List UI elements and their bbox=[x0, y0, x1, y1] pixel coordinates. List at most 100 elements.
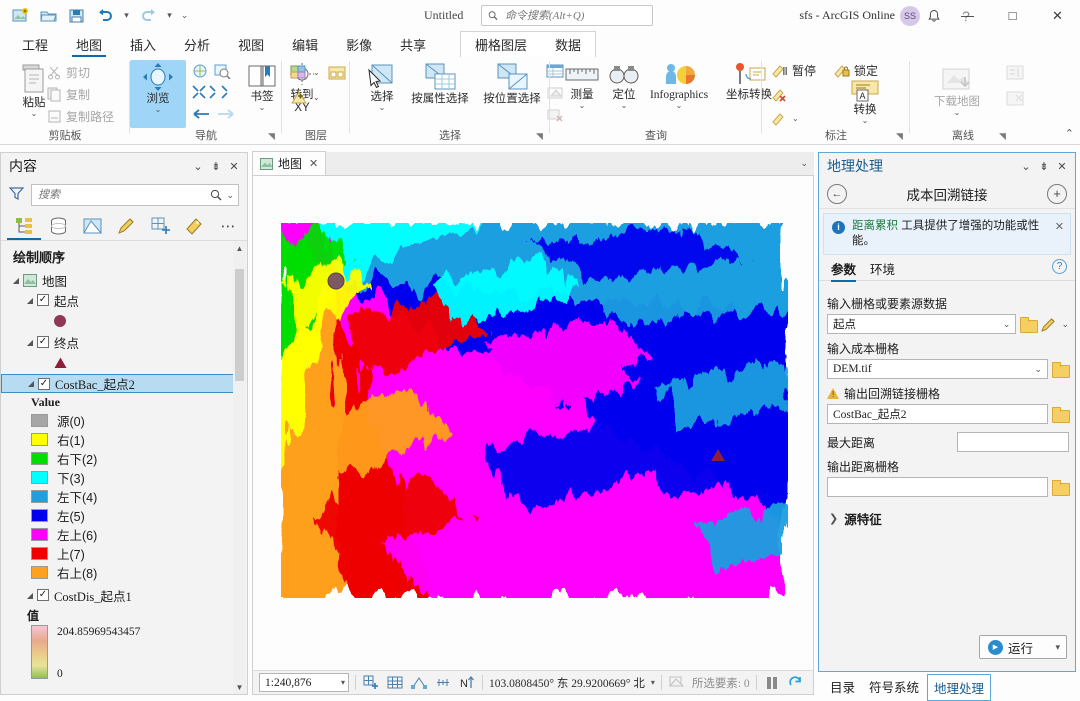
pause-drawing-icon[interactable] bbox=[763, 674, 781, 692]
run-button[interactable]: ▶ 运行 ▾ bbox=[979, 635, 1067, 659]
tab-catalog[interactable]: 目录 bbox=[824, 674, 861, 699]
section-source-characteristics[interactable]: ❯ 源特征 bbox=[827, 509, 1069, 528]
account-label[interactable]: sfs - ArcGIS Online bbox=[799, 8, 895, 23]
new-project-icon[interactable] bbox=[8, 4, 34, 28]
close-icon[interactable]: ✕ bbox=[309, 157, 318, 170]
chevron-down-icon[interactable]: ⌄ bbox=[189, 156, 207, 176]
command-search-input[interactable] bbox=[502, 8, 646, 23]
toc-symbol-start-point[interactable] bbox=[1, 310, 247, 332]
input-source-combo[interactable]: 起点 ⌄ bbox=[827, 314, 1017, 334]
browse-folder-icon[interactable] bbox=[1052, 479, 1070, 496]
download-map-button[interactable]: 下载地图 ⌄ bbox=[920, 65, 994, 117]
contents-search-input[interactable] bbox=[36, 188, 211, 202]
add-grid-icon[interactable] bbox=[362, 674, 380, 692]
save-project-icon[interactable] bbox=[64, 4, 90, 28]
help-circle-icon[interactable]: ? bbox=[1052, 259, 1067, 274]
tab-geoprocessing[interactable]: 地理处理 bbox=[927, 674, 992, 701]
redo-dropdown-caret[interactable]: ▾ bbox=[163, 4, 176, 28]
scrollbar-thumb[interactable] bbox=[235, 269, 244, 381]
ribbon-tab-share[interactable]: 共享 bbox=[386, 31, 440, 57]
minimize-button[interactable]: — bbox=[945, 0, 990, 31]
layer-checkbox[interactable]: ✓ bbox=[38, 377, 50, 390]
remove-labels-button[interactable] bbox=[768, 84, 791, 105]
sidebar-item-drawing-order[interactable] bbox=[7, 213, 41, 240]
sidebar-item-selection[interactable] bbox=[79, 213, 105, 239]
chevron-down-icon[interactable]: ⌄ bbox=[155, 106, 162, 114]
pin-icon[interactable]: ⇟ bbox=[1035, 156, 1053, 176]
more-ellipsis-icon[interactable]: ⋯ bbox=[215, 213, 241, 239]
tab-parameters[interactable]: 参数 bbox=[831, 259, 857, 282]
input-cost-combo[interactable]: DEM.tif ⌄ bbox=[827, 359, 1048, 379]
map-canvas[interactable] bbox=[252, 176, 814, 670]
pin-icon[interactable]: ⇟ bbox=[207, 156, 225, 176]
sidebar-item-snapping[interactable] bbox=[147, 213, 173, 239]
contents-scrollbar[interactable]: ▲ ▼ bbox=[233, 241, 246, 694]
tab-environments[interactable]: 环境 bbox=[870, 259, 895, 282]
contents-search[interactable]: ⌄ bbox=[31, 184, 239, 206]
tab-symbology[interactable]: 符号系统 bbox=[863, 674, 925, 699]
collapse-ribbon-button[interactable]: ⌃ bbox=[1065, 127, 1074, 140]
back-arrow-icon[interactable]: ← bbox=[827, 183, 847, 204]
pencil-icon[interactable] bbox=[1041, 317, 1057, 332]
layer-checkbox[interactable]: ✓ bbox=[37, 294, 49, 306]
refresh-icon[interactable] bbox=[787, 674, 805, 692]
ribbon-tab-map[interactable]: 地图 bbox=[62, 31, 116, 57]
ribbon-tab-project[interactable]: 工程 bbox=[8, 31, 62, 57]
selection-dialog-launcher[interactable]: ◥ bbox=[536, 131, 547, 142]
cut-button[interactable]: 剪切 bbox=[44, 62, 93, 83]
toc-map-node[interactable]: ◢ 地图 bbox=[1, 270, 247, 290]
ribbon-tab-insert[interactable]: 插入 bbox=[116, 31, 170, 57]
remove-offline-button[interactable] bbox=[1002, 88, 1028, 109]
copy-button[interactable]: 复制 bbox=[44, 84, 93, 105]
coordinates-dropdown-caret[interactable]: ▾ bbox=[651, 678, 655, 687]
offline-dialog-launcher[interactable]: ◥ bbox=[999, 131, 1010, 142]
command-search[interactable] bbox=[481, 5, 653, 26]
map-view-tab[interactable]: 地图 ✕ bbox=[252, 151, 327, 175]
close-icon[interactable]: ✕ bbox=[1055, 220, 1064, 235]
filter-icon[interactable] bbox=[9, 186, 24, 201]
sync-offline-button[interactable] bbox=[1002, 62, 1028, 83]
expander-icon[interactable]: ◢ bbox=[24, 379, 38, 388]
chevron-down-icon[interactable]: ⌄ bbox=[1031, 364, 1045, 375]
sidebar-item-data-source[interactable] bbox=[45, 213, 71, 239]
zoom-inout-button[interactable] bbox=[188, 81, 236, 102]
chevron-down-icon[interactable]: ⌄ bbox=[31, 110, 38, 118]
info-message-link[interactable]: 距离累积 bbox=[852, 220, 898, 232]
output-distance-input[interactable] bbox=[827, 477, 1048, 497]
ribbon-tab-edit[interactable]: 编辑 bbox=[278, 31, 332, 57]
close-icon[interactable]: ✕ bbox=[225, 156, 243, 176]
snapping-icon[interactable] bbox=[410, 674, 428, 692]
labeling-dialog-launcher[interactable]: ◥ bbox=[896, 131, 907, 142]
chevron-down-icon[interactable]: ⌄ bbox=[1000, 319, 1014, 330]
avatar[interactable]: SS bbox=[900, 6, 920, 26]
browse-folder-icon[interactable] bbox=[1020, 316, 1039, 333]
north-arrow-icon[interactable]: N bbox=[458, 674, 476, 692]
chevron-down-icon[interactable]: ⌄ bbox=[1061, 319, 1069, 330]
toc-layer-costdis[interactable]: ◢ ✓ CostDis_起点1 bbox=[1, 585, 247, 605]
measure-status-icon[interactable] bbox=[434, 674, 452, 692]
toc-symbol-end-point[interactable] bbox=[1, 352, 247, 374]
output-backlink-input[interactable]: CostBac_起点2 bbox=[827, 404, 1048, 424]
ribbon-tab-view[interactable]: 视图 bbox=[224, 31, 278, 57]
chevron-down-icon[interactable]: ⌄ bbox=[222, 190, 234, 201]
full-extent-button[interactable] bbox=[188, 60, 212, 81]
toc-layer-end-point[interactable]: ◢ ✓ 终点 bbox=[1, 332, 247, 352]
add-data-button[interactable] bbox=[324, 62, 350, 83]
sidebar-item-labeling[interactable] bbox=[181, 213, 207, 239]
grid-icon[interactable] bbox=[386, 674, 404, 692]
chevron-down-icon[interactable]: ▾ bbox=[1055, 642, 1066, 653]
chevron-down-icon[interactable]: ⌄ bbox=[954, 109, 961, 117]
max-distance-input[interactable] bbox=[957, 432, 1069, 452]
toc-layer-start-point[interactable]: ◢ ✓ 起点 bbox=[1, 290, 247, 310]
chevron-down-icon[interactable]: ⌄ bbox=[676, 102, 683, 110]
sidebar-item-editing[interactable] bbox=[113, 213, 139, 239]
expander-icon[interactable]: ◢ bbox=[9, 276, 23, 285]
chevron-down-icon[interactable]: ⌄ bbox=[1017, 156, 1035, 176]
close-icon[interactable]: ✕ bbox=[1053, 156, 1071, 176]
chevron-down-icon[interactable]: ⌄ bbox=[800, 158, 808, 169]
select-by-location-button[interactable]: 按位置选择 bbox=[476, 60, 548, 106]
expander-icon[interactable]: ◢ bbox=[23, 296, 37, 305]
chevron-down-icon[interactable]: ⌄ bbox=[862, 117, 869, 125]
label-style-button[interactable]: ⌄ bbox=[768, 108, 802, 129]
infographics-button[interactable]: Infographics ⌄ bbox=[638, 60, 720, 110]
